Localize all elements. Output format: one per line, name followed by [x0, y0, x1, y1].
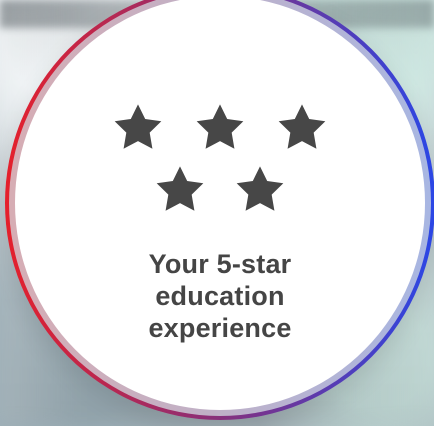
rating-badge: Your 5-star education experience	[5, 0, 434, 420]
star-icon	[271, 100, 333, 158]
star-icon	[107, 100, 169, 158]
badge-inner-ring: Your 5-star education experience	[9, 0, 431, 416]
star-icon	[189, 100, 251, 158]
star-icon	[149, 162, 211, 220]
star-row-bottom	[98, 162, 342, 220]
star-row-top	[98, 100, 342, 158]
badge-title-line: education	[155, 281, 285, 311]
star-icon	[229, 162, 291, 220]
badge-title-line: Your 5-star	[148, 249, 292, 279]
badge-title-line: experience	[148, 313, 292, 343]
five-star-rating	[98, 100, 342, 224]
badge-face: Your 5-star education experience	[15, 0, 425, 410]
badge-title: Your 5-star education experience	[125, 248, 315, 344]
